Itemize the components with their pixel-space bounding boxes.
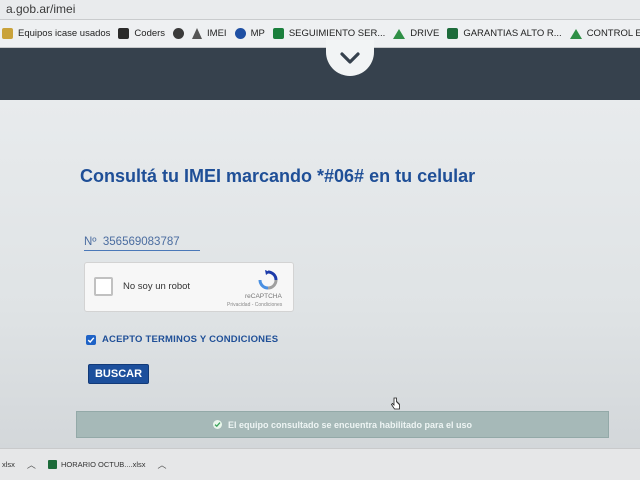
recaptcha-label: No soy un robot bbox=[123, 281, 191, 292]
bookmark-equipos[interactable]: Equipos icase usados bbox=[2, 28, 110, 39]
recaptcha-brand: reCAPTCHA bbox=[245, 293, 282, 300]
bookmark-drive[interactable]: DRIVE bbox=[393, 28, 439, 39]
bookmark-label: Coders bbox=[134, 28, 166, 39]
bookmark-globe[interactable] bbox=[173, 28, 185, 39]
excel-icon bbox=[447, 28, 459, 39]
chevron-up-icon[interactable]: ︿ bbox=[27, 458, 36, 471]
download-item[interactable]: HORARIO OCTUB....xlsx bbox=[47, 460, 146, 469]
download-left-label: xlsx bbox=[2, 460, 15, 469]
page-title: Consultá tu IMEI marcando *#06# en tu ce… bbox=[80, 166, 476, 186]
chevron-down-icon bbox=[340, 52, 360, 64]
downloads-bar: xlsx ︿ HORARIO OCTUB....xlsx ︿ bbox=[0, 448, 640, 480]
result-alert: El equipo consultado se encuentra habili… bbox=[76, 411, 609, 438]
bookmark-seguimiento[interactable]: SEGUIMIENTO SER... bbox=[272, 28, 386, 39]
bookmark-label: CONTROL ENVIO R... bbox=[586, 28, 640, 39]
globe-icon bbox=[173, 28, 185, 39]
bookmark-label: SEGUIMIENTO SER... bbox=[288, 28, 386, 39]
imei-input[interactable] bbox=[84, 234, 200, 251]
address-bar[interactable]: a.gob.ar/imei bbox=[0, 0, 640, 20]
mercadopago-icon bbox=[234, 28, 246, 39]
excel-file-icon bbox=[47, 460, 57, 469]
bookmark-mp[interactable]: MP bbox=[234, 28, 265, 39]
terms-checkbox-row[interactable]: ACEPTO TERMINOS Y CONDICIONES bbox=[86, 334, 278, 345]
bookmark-imei[interactable]: IMEI bbox=[192, 28, 227, 39]
bookmark-label: MP bbox=[250, 28, 265, 39]
chevron-up-icon[interactable]: ︿ bbox=[158, 458, 167, 471]
coders-icon bbox=[118, 28, 130, 39]
bookmark-label: DRIVE bbox=[410, 28, 440, 39]
bookmark-label: GARANTIAS ALTO R... bbox=[463, 28, 562, 39]
terms-label: ACEPTO TERMINOS Y CONDICIONES bbox=[102, 334, 279, 345]
bookmark-coders[interactable]: Coders bbox=[118, 28, 165, 39]
check-icon bbox=[87, 336, 95, 343]
bookmarks-bar: Equipos icase usados Coders IMEI MP SEGU… bbox=[0, 20, 640, 48]
folder-icon bbox=[2, 28, 13, 39]
recaptcha-links[interactable]: Privacidad - Condiciones bbox=[227, 302, 282, 308]
result-message: El equipo consultado se encuentra habili… bbox=[227, 419, 473, 430]
imei-check-section: Consultá tu IMEI marcando *#06# en tu ce… bbox=[0, 100, 640, 448]
bookmark-control-envio[interactable]: CONTROL ENVIO R... bbox=[569, 28, 640, 39]
bookmark-garantias[interactable]: GARANTIAS ALTO R... bbox=[447, 28, 562, 39]
bookmark-label: Equipos icase usados bbox=[18, 28, 111, 39]
site-header bbox=[0, 48, 640, 100]
drive-icon bbox=[569, 28, 582, 39]
check-circle-icon bbox=[212, 420, 222, 429]
download-file-name: HORARIO OCTUB....xlsx bbox=[60, 460, 146, 469]
recaptcha-checkbox[interactable] bbox=[94, 277, 113, 296]
hand-cursor-icon bbox=[391, 397, 400, 410]
green-square-icon bbox=[272, 28, 284, 39]
recaptcha-widget: No soy un robot reCAPTCHA Privacidad - C… bbox=[84, 262, 294, 312]
search-button[interactable]: BUSCAR bbox=[88, 364, 149, 384]
url-text: a.gob.ar/imei bbox=[6, 2, 76, 16]
drive-icon bbox=[393, 28, 406, 39]
bookmark-label: IMEI bbox=[207, 28, 227, 39]
terms-checkbox[interactable] bbox=[86, 334, 96, 345]
ethereum-icon bbox=[192, 28, 203, 39]
recaptcha-logo-icon bbox=[258, 270, 278, 290]
